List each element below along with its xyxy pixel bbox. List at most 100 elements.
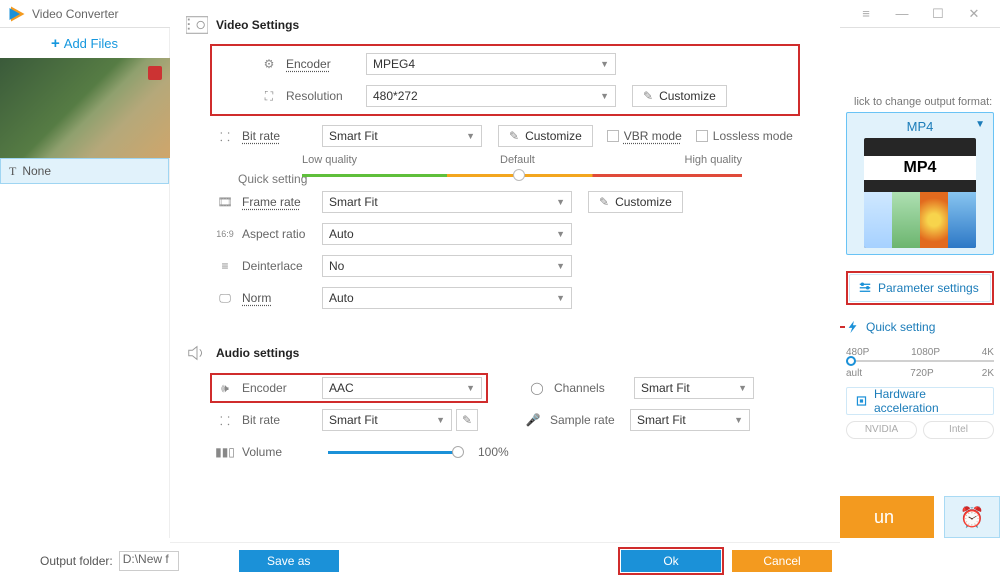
format-title: MP4 — [853, 119, 987, 134]
encoder-label: Encoder — [286, 57, 366, 71]
deinterlace-row: ≡ Deinterlace No▼ — [170, 250, 840, 282]
norm-label: Norm — [242, 291, 322, 305]
volume-label: Volume — [242, 445, 322, 459]
settings-modal: Video Settings ⚙ Encoder MPEG4▼ ⛶ Resolu… — [170, 0, 840, 578]
deinterlace-label: Deinterlace — [242, 259, 322, 273]
chevron-down-icon: ▼ — [556, 229, 565, 239]
mic-icon: 🎤 — [524, 411, 542, 429]
text-icon: T — [9, 164, 16, 179]
video-bitrate-row: ⸬ Bit rate Smart Fit▼ ✎ Customize VBR mo… — [170, 120, 840, 152]
output-folder-input[interactable]: D:\New f — [119, 551, 179, 571]
audio-encoder-label: Encoder — [242, 381, 322, 395]
framerate-row: 🎞 Frame rate Smart Fit▼ ✎ Customize — [170, 186, 840, 218]
monitor-icon: 🖵 — [216, 289, 234, 307]
nvidia-badge: NVIDIA — [846, 421, 917, 439]
menu-icon[interactable]: ≡ — [848, 6, 884, 21]
chevron-down-icon: ▼ — [556, 261, 565, 271]
chevron-down-icon: ▼ — [556, 197, 565, 207]
parameter-settings-button[interactable]: Parameter settings — [849, 274, 991, 302]
resolution-slider[interactable] — [846, 360, 994, 362]
cancel-button[interactable]: Cancel — [732, 550, 832, 572]
chevron-down-icon: ▼ — [975, 119, 985, 130]
audio-bitrate-edit-button[interactable]: ✎ — [456, 409, 478, 431]
channels-select[interactable]: Smart Fit▼ — [634, 377, 754, 399]
lightning-icon — [846, 320, 860, 334]
file-item[interactable]: T None — [0, 158, 169, 184]
chip-icon — [855, 394, 868, 408]
film-gear-icon — [186, 16, 208, 34]
schedule-button[interactable]: ⏰ — [944, 496, 1000, 538]
save-as-button[interactable]: Save as — [239, 550, 339, 572]
hardware-accel-button[interactable]: Hardware acceleration — [846, 387, 994, 415]
bitrate-label: Bit rate — [242, 129, 322, 143]
chevron-down-icon: ▼ — [556, 293, 565, 303]
sample-rate-label: Sample rate — [550, 413, 630, 427]
quality-slider-row: Quick setting Low quality Default High q… — [170, 152, 840, 186]
intel-badge: Intel — [923, 421, 994, 439]
chevron-down-icon: ▼ — [738, 383, 747, 393]
format-artwork: MP4 — [864, 138, 976, 248]
audio-encoder-select[interactable]: AAC▼ — [322, 377, 482, 399]
lossless-checkbox[interactable]: Lossless mode — [696, 129, 793, 143]
film-icon: 🎞 — [216, 193, 234, 211]
pencil-icon: ✎ — [509, 129, 519, 143]
crop-icon: ⛶ — [260, 87, 278, 105]
output-format-card[interactable]: MP4 ▼ MP4 — [846, 112, 994, 255]
bars-icon: ▮▮▯ — [216, 443, 234, 461]
quick-setting-button[interactable]: Quick setting — [846, 313, 994, 341]
volume-value: 100% — [478, 445, 509, 459]
speaker-small-icon: 🕪 — [216, 379, 234, 397]
audio-bitrate-label: Bit rate — [242, 413, 322, 427]
chevron-down-icon: ▼ — [466, 383, 475, 393]
aspect-icon: 16:9 — [216, 225, 234, 243]
minimize-icon[interactable]: — — [884, 6, 920, 21]
resolution-label: Resolution — [286, 89, 366, 103]
volume-row: ▮▮▯ Volume 100% — [170, 436, 840, 468]
resolution-ticks-2: ault720P2K — [846, 368, 994, 379]
audio-bitrate-select[interactable]: Smart Fit▼ — [322, 409, 452, 431]
app-title: Video Converter — [32, 7, 119, 21]
framerate-label: Frame rate — [242, 195, 322, 209]
norm-select[interactable]: Auto▼ — [322, 287, 572, 309]
resolution-customize-button[interactable]: ✎ Customize — [632, 85, 727, 107]
close-icon[interactable]: ✕ — [956, 6, 992, 22]
audio-row-1: 🕪 Encoder AAC▼ ◯ Channels Smart Fit▼ — [170, 372, 840, 404]
aspect-select[interactable]: Auto▼ — [322, 223, 572, 245]
quality-slider[interactable]: Low quality Default High quality — [302, 160, 742, 178]
format-hint: lick to change output format: — [854, 96, 994, 108]
gpu-vendors: NVIDIA Intel — [846, 421, 994, 439]
audio-row-2: ⸬ Bit rate Smart Fit▼ ✎ 🎤 Sample rate Sm… — [170, 404, 840, 436]
maximize-icon[interactable]: ☐ — [920, 6, 956, 22]
channels-icon: ◯ — [528, 379, 546, 397]
channels-label: Channels — [554, 381, 634, 395]
ok-button[interactable]: Ok — [621, 550, 721, 572]
framerate-select[interactable]: Smart Fit▼ — [322, 191, 572, 213]
chevron-down-icon: ▼ — [466, 131, 475, 141]
sample-rate-select[interactable]: Smart Fit▼ — [630, 409, 750, 431]
chevron-down-icon: ▼ — [436, 415, 445, 425]
resolution-ticks: 480P1080P4K — [846, 347, 994, 358]
quick-setting-label: Quick setting — [238, 172, 307, 186]
framerate-customize-button[interactable]: ✎ Customize — [588, 191, 683, 213]
dots-icon: ⸬ — [216, 411, 234, 429]
file-label: None — [22, 164, 51, 178]
video-resolution-row: ⛶ Resolution 480*272▼ ✎ Customize — [214, 80, 796, 112]
norm-row: 🖵 Norm Auto▼ — [170, 282, 840, 314]
modal-footer: Output folder: D:\New f Save as Ok Cance… — [170, 542, 840, 578]
video-bitrate-select[interactable]: Smart Fit▼ — [322, 125, 482, 147]
video-thumbnail[interactable] — [0, 58, 170, 158]
video-resolution-select[interactable]: 480*272▼ — [366, 85, 616, 107]
pencil-icon: ✎ — [643, 89, 653, 103]
add-files-button[interactable]: + Add Files — [0, 28, 169, 58]
volume-slider[interactable] — [328, 451, 458, 454]
video-encoder-select[interactable]: MPEG4▼ — [366, 53, 616, 75]
dots-icon: ⸬ — [216, 127, 234, 145]
bitrate-customize-button[interactable]: ✎ Customize — [498, 125, 593, 147]
pencil-icon: ✎ — [599, 195, 609, 209]
chevron-down-icon: ▼ — [600, 59, 609, 69]
plus-icon: + — [51, 35, 60, 52]
run-button[interactable]: un — [834, 496, 934, 538]
vbr-checkbox[interactable]: VBR mode — [607, 129, 682, 143]
deinterlace-select[interactable]: No▼ — [322, 255, 572, 277]
right-panel: lick to change output format: MP4 ▼ MP4 … — [840, 28, 1000, 538]
